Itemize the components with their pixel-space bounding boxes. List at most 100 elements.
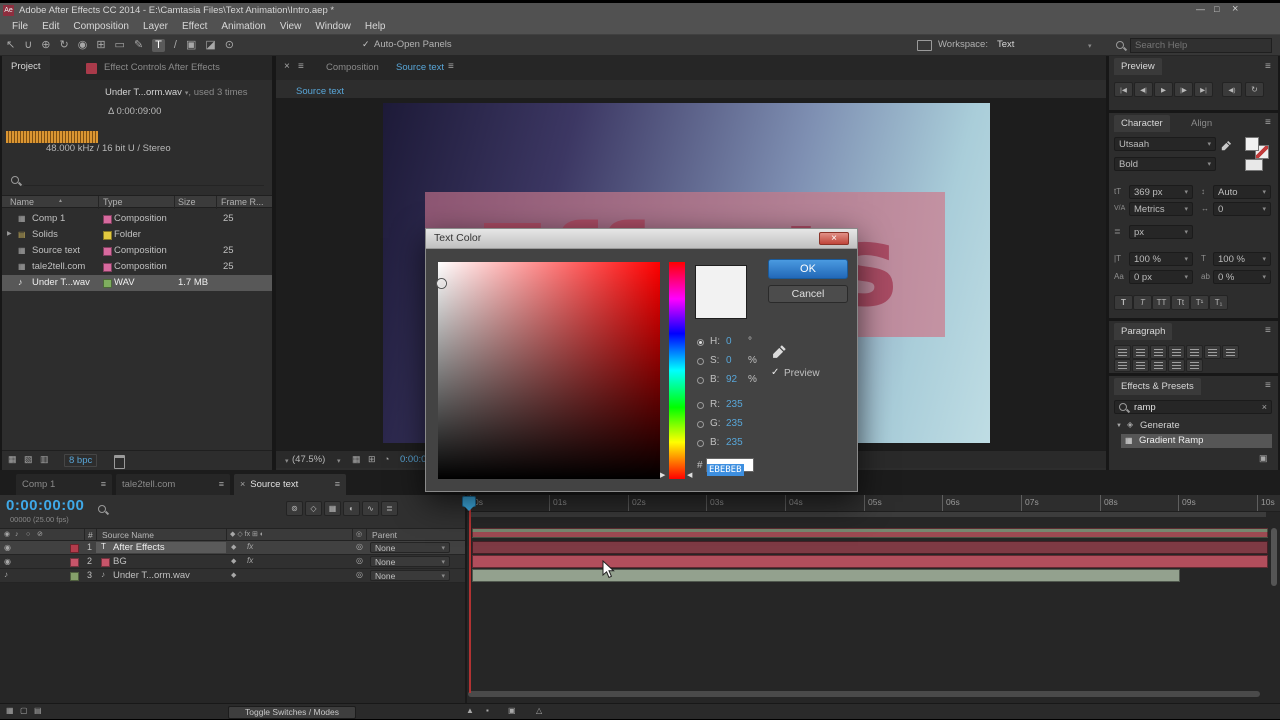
tab-project[interactable]: Project: [2, 56, 50, 80]
hide-shy-layers-button[interactable]: ▦: [324, 501, 341, 516]
bit-depth-button[interactable]: 8 bpc: [64, 454, 98, 467]
camera-tool-icon[interactable]: ◉: [78, 39, 88, 51]
frame-blending-button[interactable]: ◐: [343, 501, 360, 516]
safe-areas-icon[interactable]: ▦: [352, 455, 361, 464]
effects-search-field[interactable]: ×: [1114, 400, 1272, 414]
align-right-button[interactable]: [1150, 345, 1167, 359]
justify-last-center-button[interactable]: [1186, 345, 1203, 359]
menu-window[interactable]: Window: [308, 21, 358, 32]
g-value[interactable]: 235: [726, 418, 743, 429]
timeline-vertical-scrollbar[interactable]: [1271, 528, 1277, 586]
space-before-button[interactable]: [1168, 359, 1185, 372]
layer-bar-audio[interactable]: [472, 569, 1180, 582]
layer-name[interactable]: Under T...orm.wav: [113, 570, 190, 581]
text-tool-icon[interactable]: T: [152, 38, 165, 52]
parent-select[interactable]: None ▾: [370, 570, 450, 581]
panel-menu-icon[interactable]: ≡: [1265, 381, 1271, 391]
previous-frame-button[interactable]: ◀|: [1134, 82, 1153, 97]
green-radio[interactable]: [697, 421, 704, 428]
tab-menu-icon[interactable]: ≡: [448, 62, 454, 72]
trash-icon[interactable]: [114, 455, 125, 469]
faux-bold-button[interactable]: T: [1114, 295, 1133, 310]
source-name-column[interactable]: Source Name: [102, 530, 154, 540]
tab-paragraph[interactable]: Paragraph: [1114, 323, 1173, 340]
layer-name[interactable]: After Effects: [113, 542, 165, 553]
tab-tale2tell[interactable]: tale2tell.com ≡: [116, 474, 230, 495]
leading-select[interactable]: Auto ▾: [1213, 185, 1271, 199]
expand-arrow-icon[interactable]: ▶: [7, 231, 12, 237]
audio-on-icon[interactable]: ♪: [4, 571, 8, 579]
next-frame-button[interactable]: |▶: [1174, 82, 1193, 97]
menu-file[interactable]: File: [5, 21, 35, 32]
all-caps-button[interactable]: TT: [1152, 295, 1171, 310]
tab-preview[interactable]: Preview: [1114, 58, 1162, 75]
layer-bar-after-effects[interactable]: [472, 541, 1268, 554]
workspace-dropdown-icon[interactable]: ▾: [1088, 42, 1092, 50]
auto-open-check-icon[interactable]: ✓: [362, 40, 370, 49]
menu-layer[interactable]: Layer: [136, 21, 175, 32]
search-help-input[interactable]: [1130, 38, 1272, 53]
zoom-level[interactable]: (47.5%): [292, 454, 325, 465]
superscript-button[interactable]: T¹: [1190, 295, 1209, 310]
indent-right-button[interactable]: [1150, 359, 1167, 372]
quality-switch-icon[interactable]: ◆: [231, 544, 236, 551]
quality-switch-icon[interactable]: ◆: [231, 572, 236, 579]
dialog-eyedropper-icon[interactable]: [772, 344, 787, 364]
font-style-select[interactable]: Bold ▾: [1114, 157, 1216, 171]
category-collapse-icon[interactable]: ▼: [1116, 423, 1122, 429]
effect-item-selected[interactable]: ▦ Gradient Ramp: [1121, 434, 1272, 448]
puppet-pin-tool-icon[interactable]: ⊙: [225, 39, 234, 51]
project-row[interactable]: ▦ tale2tell.com Composition 25: [2, 259, 272, 275]
shape-tool-icon[interactable]: ▭: [115, 39, 125, 51]
project-row[interactable]: ▶ ▤ Solids Folder: [2, 227, 272, 243]
hue-radio[interactable]: [697, 339, 704, 346]
hue-slider-right-arrow-icon[interactable]: ◀: [687, 472, 692, 479]
tab-character[interactable]: Character: [1114, 115, 1170, 132]
maximize-button[interactable]: □: [1214, 5, 1219, 14]
tsume-select[interactable]: 0 % ▾: [1213, 270, 1271, 284]
current-time-icon[interactable]: ◔: [384, 455, 389, 464]
panel-close-icon[interactable]: ×: [284, 62, 290, 72]
parent-select[interactable]: None ▾: [370, 556, 450, 567]
view-dropdown-icon[interactable]: ▾: [337, 457, 341, 465]
layer-row[interactable]: ♪ 3 ♪ Under T...orm.wav ◆ ◎ None ▾: [0, 569, 465, 583]
zoom-tool-icon[interactable]: ⊕: [41, 39, 50, 51]
column-name[interactable]: Name: [10, 197, 34, 207]
parent-pickwhip-icon[interactable]: ◎: [356, 557, 363, 565]
baseline-shift-select[interactable]: 0 px ▾: [1129, 270, 1193, 284]
project-search-icon[interactable]: [11, 176, 19, 184]
zoom-slider-icon[interactable]: ▪: [486, 707, 489, 715]
quality-switch-icon[interactable]: ◆: [231, 558, 236, 565]
eye-icon[interactable]: ◉: [4, 544, 11, 552]
motion-blur-button[interactable]: ∿: [362, 501, 379, 516]
layer-bar-bg[interactable]: [472, 555, 1268, 568]
pan-behind-tool-icon[interactable]: ⊞: [96, 39, 105, 51]
project-row[interactable]: ▦ Source text Composition 25: [2, 243, 272, 259]
loop-button[interactable]: ↻: [1245, 82, 1264, 97]
camera-icon[interactable]: ▣: [508, 707, 516, 715]
dialog-close-button[interactable]: ×: [819, 232, 849, 245]
character-eyedropper-icon[interactable]: [1221, 138, 1232, 156]
first-frame-button[interactable]: |◀: [1114, 82, 1133, 97]
font-family-select[interactable]: Utsaah ▾: [1114, 137, 1216, 151]
pen-tool-icon[interactable]: ✎: [134, 39, 143, 51]
tab-close-icon[interactable]: ×: [240, 480, 245, 489]
menu-edit[interactable]: Edit: [35, 21, 66, 32]
saturation-radio[interactable]: [697, 358, 704, 365]
workspace-value[interactable]: Text: [997, 39, 1014, 50]
layer-name[interactable]: BG: [113, 556, 127, 567]
fx-switch-icon[interactable]: fx: [247, 543, 253, 551]
hue-slider-left-arrow-icon[interactable]: ▶: [660, 472, 665, 479]
hex-input[interactable]: EBEBEB: [706, 458, 754, 476]
justify-all-button[interactable]: [1222, 345, 1239, 359]
toggle-switches-modes-button[interactable]: Toggle Switches / Modes: [228, 706, 356, 719]
hue-slider[interactable]: [669, 262, 685, 479]
fx-switch-icon[interactable]: fx: [247, 557, 253, 565]
project-row-selected[interactable]: ♪ Under T...wav WAV 1.7 MB: [2, 275, 272, 291]
dialog-titlebar[interactable]: Text Color ×: [426, 229, 857, 249]
color-field[interactable]: [437, 262, 660, 479]
layer-row[interactable]: ◉ 2 BG ◆ fx ◎ None ▾: [0, 555, 465, 569]
tab-menu-icon[interactable]: ≡: [335, 480, 340, 489]
align-left-button[interactable]: [1114, 345, 1131, 359]
tracking-select[interactable]: 0 ▾: [1213, 202, 1271, 216]
